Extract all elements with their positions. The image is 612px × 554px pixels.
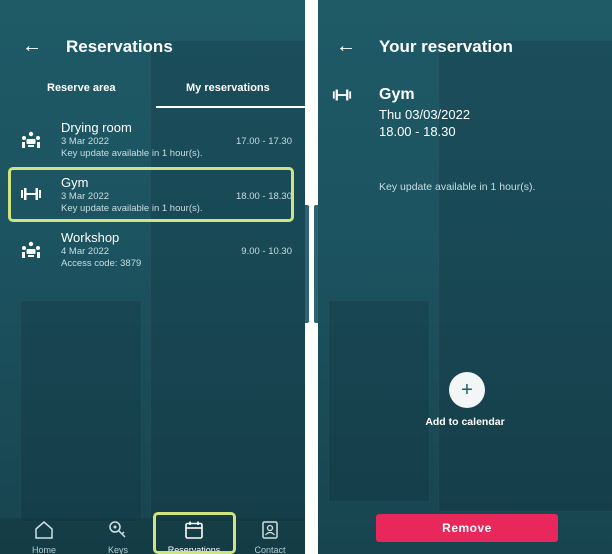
reservation-detail-screen: ← Your reservation Gym Thu 03/03/2022 18… xyxy=(318,0,612,554)
add-to-calendar-label[interactable]: Add to calendar xyxy=(318,416,612,428)
scroll-edge xyxy=(305,205,309,323)
remove-button[interactable]: Remove xyxy=(376,514,558,542)
home-icon xyxy=(35,521,53,539)
back-arrow-icon[interactable]: ← xyxy=(336,36,356,56)
contact-card-icon xyxy=(262,521,278,539)
reservation-note: Key update available in 1 hour(s). xyxy=(61,148,203,159)
key-icon xyxy=(109,521,126,538)
app-bar: ← Your reservation xyxy=(318,30,612,66)
reservation-time: 18.00 - 18.30 xyxy=(379,124,456,139)
nav-label: Contact xyxy=(254,545,286,554)
reservation-name: Gym xyxy=(379,86,415,103)
meeting-room-icon xyxy=(22,241,40,258)
page-title: Your reservation xyxy=(379,37,513,56)
plus-icon: + xyxy=(461,379,473,401)
reservation-date: 4 Mar 2022 xyxy=(61,246,110,257)
reservation-time: 9.00 - 10.30 xyxy=(241,246,292,257)
reservation-item-workshop[interactable]: Workshop 4 Mar 2022 9.00 - 10.30 Access … xyxy=(0,230,305,280)
app-bar: ← Reservations xyxy=(0,30,305,66)
nav-label: Keys xyxy=(107,545,128,554)
reservation-date: 3 Mar 2022 xyxy=(61,136,110,147)
page-title: Reservations xyxy=(66,37,173,56)
reservation-time: 17.00 - 17.30 xyxy=(236,136,292,147)
tab-reserve-area[interactable]: Reserve area xyxy=(47,82,116,94)
tab-my-reservations[interactable]: My reservations xyxy=(186,82,270,94)
reservations-screen: ← Reservations Reserve area My reservati… xyxy=(0,0,305,554)
reservation-name: Drying room xyxy=(61,120,132,135)
reservation-date: Thu 03/03/2022 xyxy=(379,107,471,122)
active-tab-indicator xyxy=(156,106,305,108)
highlight-box xyxy=(153,512,236,554)
background-building xyxy=(150,40,305,522)
reservation-note: Key update available in 1 hour(s). xyxy=(379,181,536,193)
dumbbell-icon xyxy=(332,89,352,101)
screen-divider xyxy=(305,0,318,554)
tab-bar: Reserve area My reservations xyxy=(0,78,305,108)
nav-home[interactable]: Home xyxy=(14,518,74,554)
add-to-calendar-button[interactable]: + xyxy=(449,372,485,408)
background-building xyxy=(20,300,142,522)
nav-keys[interactable]: Keys xyxy=(88,518,148,554)
reservation-note: Access code: 3879 xyxy=(61,258,142,269)
nav-contact[interactable]: Contact xyxy=(240,518,300,554)
reservation-item-drying-room[interactable]: Drying room 3 Mar 2022 17.00 - 17.30 Key… xyxy=(0,120,305,170)
back-arrow-icon[interactable]: ← xyxy=(22,36,42,56)
reservation-name: Workshop xyxy=(61,230,120,245)
background-building xyxy=(328,300,430,502)
meeting-room-icon xyxy=(22,131,40,148)
highlight-box xyxy=(8,167,294,222)
nav-label: Home xyxy=(31,545,56,554)
